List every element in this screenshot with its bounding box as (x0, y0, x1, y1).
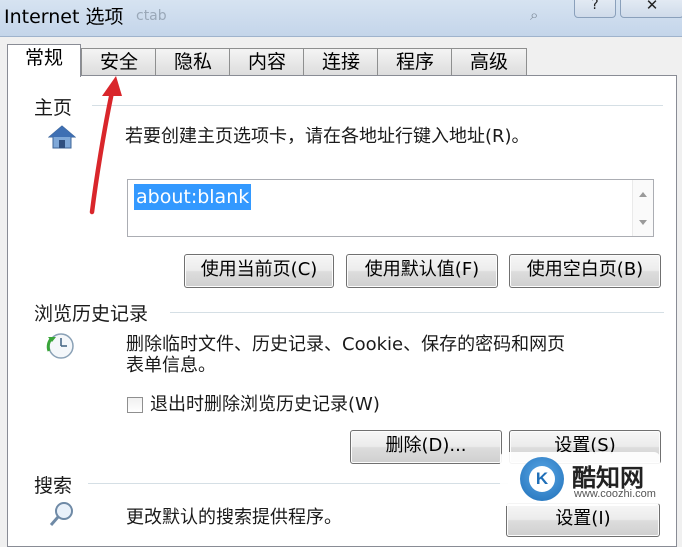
history-description-line1: 删除临时文件、历史记录、Cookie、保存的密码和网页 (126, 334, 566, 355)
search-settings-button[interactable]: 设置(I) (506, 503, 660, 537)
search-divider (88, 483, 508, 484)
home-divider (92, 105, 663, 106)
home-group-title: 主页 (34, 97, 73, 119)
close-button[interactable]: ✕ (620, 0, 682, 18)
search-icon: ⌕ (530, 6, 539, 24)
history-divider (170, 312, 664, 313)
title-bar: Internet 选项 ctab ⌕ ? ✕ (0, 0, 682, 37)
watermark: K 酷知网 www.coozhi.com (500, 452, 660, 506)
tab-general[interactable]: 常规 (7, 44, 81, 77)
delete-history-button[interactable]: 删除(D)... (350, 430, 502, 464)
use-current-button[interactable]: 使用当前页(C) (184, 254, 334, 288)
window-title: Internet 选项 (4, 6, 124, 28)
delete-on-exit-label[interactable]: 退出时删除浏览历史记录(W) (150, 394, 380, 416)
search-description: 更改默认的搜索提供程序。 (126, 507, 342, 528)
tab-advanced[interactable]: 高级 (451, 48, 527, 76)
background-text: ctab (136, 8, 167, 24)
watermark-url: www.coozhi.com (574, 488, 656, 500)
tab-privacy[interactable]: 隐私 (155, 48, 231, 76)
annotation-arrow-icon (89, 76, 122, 215)
home-address-value[interactable]: about:blank (134, 184, 252, 210)
history-group-title: 浏览历史记录 (34, 303, 149, 325)
use-blank-button[interactable]: 使用空白页(B) (509, 254, 661, 288)
home-description: 若要创建主页选项卡，请在各地址行键入地址(R)。 (125, 126, 530, 147)
watermark-logo-letter: K (529, 466, 555, 492)
scroll-down-icon[interactable] (639, 220, 647, 225)
help-button[interactable]: ? (574, 0, 616, 18)
search-group-title: 搜索 (34, 475, 73, 497)
house-icon (47, 124, 77, 154)
scroll-up-icon[interactable] (639, 192, 647, 197)
tab-programs[interactable]: 程序 (377, 48, 453, 76)
home-address-field[interactable]: about:blank (127, 179, 654, 237)
watermark-logo: K (520, 457, 564, 501)
tab-connections[interactable]: 连接 (303, 48, 379, 76)
search-magnifier-icon (48, 500, 76, 532)
history-clock-icon (46, 331, 76, 365)
address-scrollbar[interactable] (632, 180, 653, 236)
history-description-line2: 表单信息。 (126, 355, 216, 376)
use-default-button[interactable]: 使用默认值(F) (346, 254, 498, 288)
tab-content[interactable]: 内容 (229, 48, 305, 76)
delete-on-exit-checkbox[interactable] (127, 397, 143, 413)
